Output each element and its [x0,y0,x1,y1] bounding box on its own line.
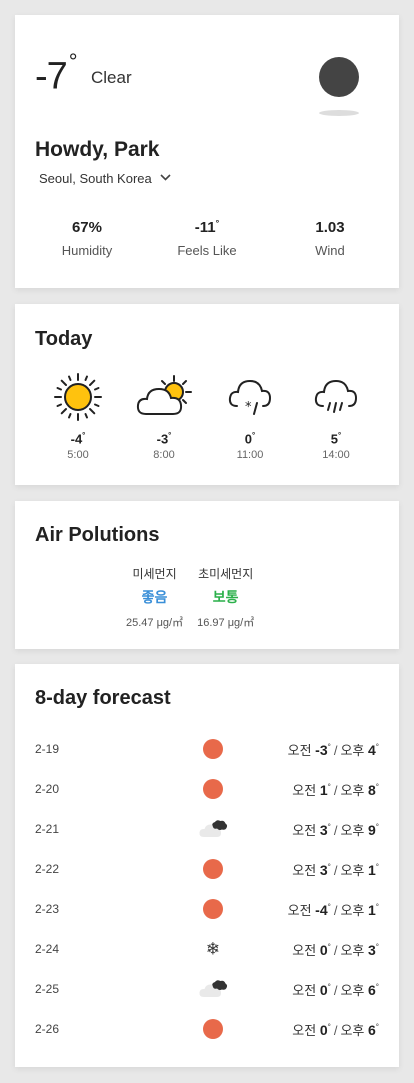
forecast-title: 8-day forecast [35,687,171,709]
air-item-pm25: 초미세먼지 보통 16.97 μg/㎥ [197,567,255,629]
forecast-row: 2-19 오전 -3° / 오후 4° [35,729,379,769]
moon-icon [319,57,359,97]
current-condition: Clear [91,68,132,87]
forecast-date: 2-19 [35,742,60,756]
cloudy-icon [198,979,228,999]
forecast-date: 2-23 [35,902,60,916]
current-stats: 67% Humidity -11° Feels Like 1.03 Wind [15,218,399,258]
today-card: Today -4° 5:00 -3° 8:00 * 0° 11:00 5° 14… [15,304,399,485]
cloudy-icon [198,819,228,839]
forecast-temperature: 오전 -3° / 오후 4° [287,741,379,758]
sun-icon [203,739,223,759]
air-title: Air Polutions [35,524,160,546]
sun-icon [203,859,223,879]
stat-wind: 1.03 Wind [315,219,345,258]
forecast-list: 2-19 오전 -3° / 오후 4° 2-20 오전 1° / 오후 8° 2-21 오전 3°… [35,729,379,1049]
forecast-row: 2-24 ❄ 오전 0° / 오후 3° [35,929,379,969]
forecast-temperature: 오전 0° / 오후 6° [292,1021,379,1038]
snowflake-icon: ❄ [205,939,221,959]
forecast-date: 2-26 [35,1022,60,1036]
partly-cloudy-icon [121,370,207,424]
forecast-date: 2-22 [35,862,60,876]
stat-humidity: 67% Humidity [61,219,113,258]
rain-cloud-icon [293,370,379,424]
sun-icon [203,899,223,919]
location-label: Seoul, South Korea [39,171,152,186]
air-item-pm10: 미세먼지 좋음 25.47 μg/㎥ [126,567,184,629]
air-pollution-card: Air Polutions 미세먼지 좋음 25.47 μg/㎥ 초미세먼지 보… [15,501,399,649]
forecast-temperature: 오전 3° / 오후 1° [292,861,379,878]
forecast-temperature: 오전 3° / 오후 9° [292,821,379,838]
hour-item: -3° 8:00 [121,370,207,461]
forecast-temperature: 오전 -4° / 오후 1° [287,901,379,918]
forecast-temperature: 오전 0° / 오후 6° [292,981,379,998]
snow-cloud-icon: * [207,370,293,424]
forecast-date: 2-21 [35,822,60,836]
greeting: Howdy, Park [35,138,160,161]
sun-icon [203,779,223,799]
sun-icon [203,1019,223,1039]
forecast-row: 2-21 오전 3° / 오후 9° [35,809,379,849]
forecast-row: 2-22 오전 3° / 오후 1° [35,849,379,889]
forecast-card: 8-day forecast 2-19 오전 -3° / 오후 4° 2-20 오전 1°… [15,664,399,1067]
chevron-down-icon[interactable] [160,172,171,184]
hour-item: -4° 5:00 [35,370,121,461]
air-list: 미세먼지 좋음 25.47 μg/㎥ 초미세먼지 보통 16.97 μg/㎥ [126,565,254,630]
forecast-date: 2-24 [35,942,60,956]
today-title: Today [35,328,93,350]
moon-shadow [319,110,359,116]
hour-item: * 0° 11:00 [207,370,293,461]
air-grade: 보통 [212,589,239,605]
forecast-row: 2-25 오전 0° / 오후 6° [35,969,379,1009]
current-weather-card: -7° Clear Howdy, Park Seoul, South Korea… [15,15,399,288]
forecast-row: 2-26 오전 0° / 오후 6° [35,1009,379,1049]
sun-icon [35,370,121,424]
air-grade: 좋음 [141,589,168,605]
forecast-date: 2-20 [35,782,60,796]
forecast-temperature: 오전 0° / 오후 3° [292,941,379,958]
location-selector[interactable]: Seoul, South Korea [39,171,171,186]
forecast-row: 2-20 오전 1° / 오후 8° [35,769,379,809]
forecast-row: 2-23 오전 -4° / 오후 1° [35,889,379,929]
hourly-list: -4° 5:00 -3° 8:00 * 0° 11:00 5° 14:00 [35,370,379,461]
svg-text:*: * [245,400,252,415]
hour-item: 5° 14:00 [293,370,379,461]
forecast-temperature: 오전 1° / 오후 8° [292,781,379,798]
stat-feels-like: -11° Feels Like [177,218,237,258]
current-temperature: -7° [35,49,78,98]
forecast-date: 2-25 [35,982,60,996]
